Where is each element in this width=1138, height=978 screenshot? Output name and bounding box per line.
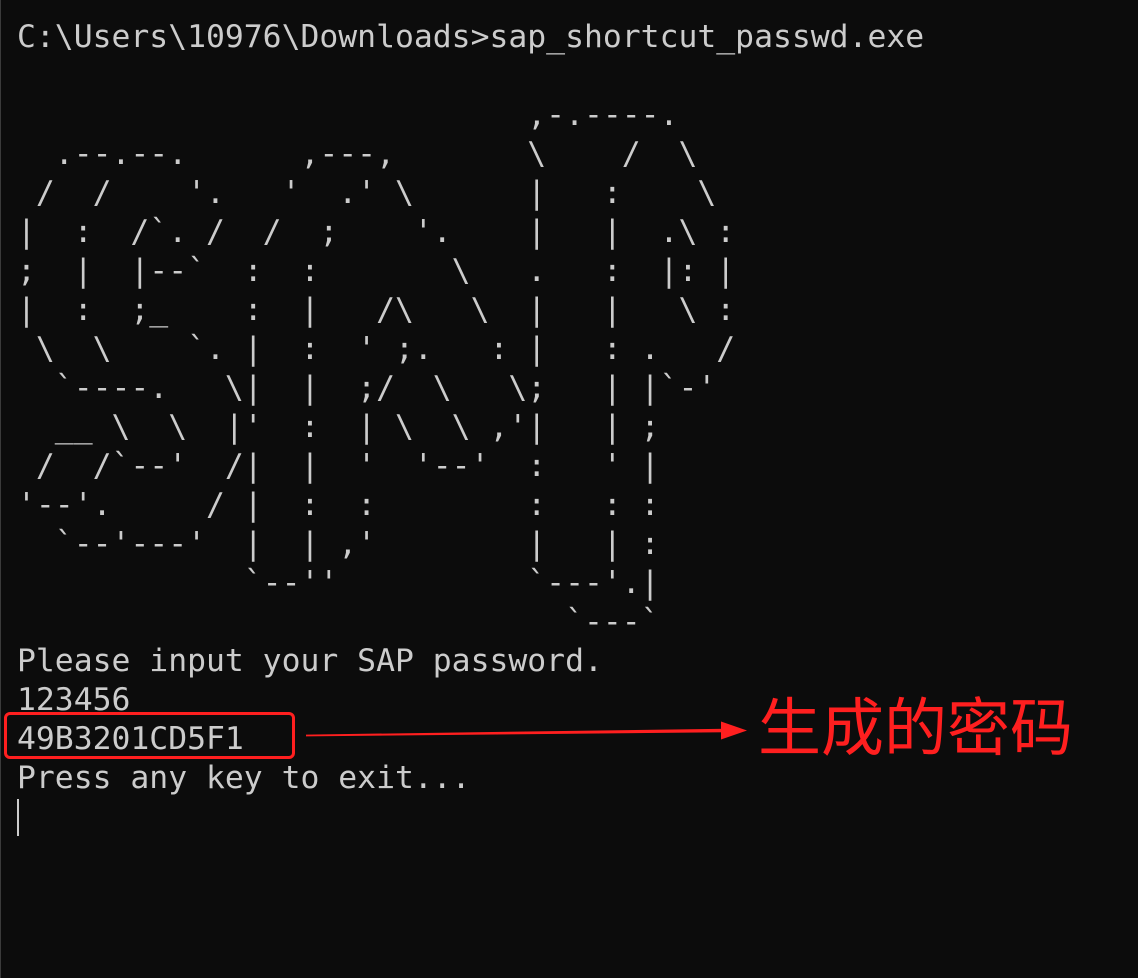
sap-ascii-banner: ,-.----. .--.--. ,---, \ / \ / / '. ' .'… [17, 96, 1138, 642]
banner-line: __ \ \ |' : | \ \ ,'| | ; [17, 408, 660, 445]
command-text: sap_shortcut_passwd.exe [489, 18, 925, 55]
banner-line: `----. \| | ;/ \ \; | |`-' [17, 369, 717, 406]
banner-line: / / '. ' .' \ | : \ [17, 174, 717, 211]
banner-line: ,-.----. [17, 96, 679, 133]
banner-line: \ \ `. | : ' ;. : | : . / [17, 330, 736, 367]
banner-line: | : ;_ : | /\ \ | | \ : [17, 291, 736, 328]
banner-line: '--'. / | : : : : : [17, 486, 660, 523]
cursor-line [17, 798, 1138, 837]
banner-line: ; | |--` : : \ . : |: | [17, 252, 736, 289]
command-line: C:\Users\10976\Downloads>sap_shortcut_pa… [17, 18, 1138, 57]
prompt-path: C:\Users\10976\Downloads> [17, 18, 490, 55]
terminal-window[interactable]: C:\Users\10976\Downloads>sap_shortcut_pa… [0, 0, 1138, 978]
banner-line: `---` [17, 603, 660, 640]
password-highlight-box [4, 712, 295, 759]
banner-line: .--.--. ,---, \ / \ [17, 135, 698, 172]
banner-line: | : /`. / / ; '. | | .\ : [17, 213, 736, 250]
console-window: C:\Users\10976\Downloads>sap_shortcut_pa… [0, 0, 1138, 978]
text-cursor [17, 798, 19, 836]
password-prompt: Please input your SAP password. [17, 642, 603, 679]
banner-line: `--'' `---'.| [17, 564, 660, 601]
banner-line: `--'---' | | ,' | | : [17, 525, 660, 562]
banner-line: / /`--' /| | ' '--' : ' | [17, 447, 660, 484]
annotation-label: 生成的密码 [758, 692, 1073, 765]
